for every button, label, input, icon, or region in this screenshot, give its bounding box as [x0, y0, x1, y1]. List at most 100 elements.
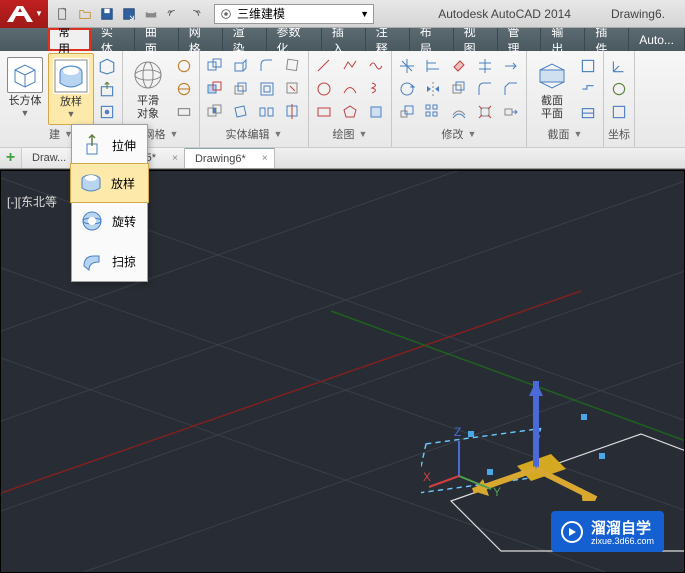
tab-home[interactable]: 常用 [48, 28, 91, 51]
rotate3d-button[interactable] [395, 78, 419, 100]
tab-parametric[interactable]: 参数化 [267, 28, 322, 51]
saveas-button[interactable] [120, 5, 138, 23]
scale3d-button[interactable] [395, 101, 419, 123]
slice-button[interactable] [281, 101, 305, 123]
viewport-label[interactable]: [-][东北等 [7, 193, 57, 210]
imprint-button[interactable] [281, 78, 305, 100]
copy-button[interactable] [447, 78, 471, 100]
app-menu-button[interactable]: ▼ [0, 0, 48, 28]
circle-button[interactable] [312, 78, 336, 100]
section-plane-button[interactable]: 截面 平面 [529, 53, 575, 125]
presspull-button[interactable] [95, 78, 119, 100]
mirror3d-button[interactable] [421, 78, 445, 100]
dropdown-revolve[interactable]: 旋转 [72, 201, 147, 241]
explode-button[interactable] [473, 101, 497, 123]
tab-insert[interactable]: 插入 [322, 28, 366, 51]
loft-icon [53, 58, 89, 94]
print-button[interactable] [142, 5, 160, 23]
open-button[interactable] [76, 5, 94, 23]
trim-button[interactable] [473, 55, 497, 77]
smooth-button[interactable]: 平滑 对象 [125, 53, 171, 125]
fillet-button[interactable] [473, 78, 497, 100]
align-icon [424, 57, 442, 75]
tab-annotate[interactable]: 注释 [366, 28, 410, 51]
rectangle-button[interactable] [312, 101, 336, 123]
tab-surface[interactable]: 曲面 [135, 28, 179, 51]
fillet-icon [476, 80, 494, 98]
chamfer-button[interactable] [499, 78, 523, 100]
live-section-icon [579, 57, 597, 75]
edit-edges-button[interactable] [281, 55, 305, 77]
union-button[interactable] [203, 55, 227, 77]
spline-icon [367, 57, 385, 75]
mesh-more-button[interactable] [172, 55, 196, 77]
region-button[interactable] [364, 101, 388, 123]
loft-button[interactable]: 放样 ▼ [48, 53, 94, 125]
line-button[interactable] [312, 55, 336, 77]
offset-face-button[interactable] [229, 78, 253, 100]
erase-button[interactable] [447, 55, 471, 77]
chamfer-icon [502, 80, 520, 98]
live-section-button[interactable] [576, 55, 600, 77]
array3d-button[interactable] [421, 101, 445, 123]
tab-solid[interactable]: 实体 [91, 28, 135, 51]
tab-view[interactable]: 视图 [454, 28, 498, 51]
box-button[interactable]: 长方体 ▼ [2, 53, 48, 125]
intersect-button[interactable] [203, 101, 227, 123]
ucs-button[interactable] [607, 55, 631, 77]
ucs-named-button[interactable] [607, 101, 631, 123]
workspace-selector[interactable]: 三维建模 ▼ [214, 4, 374, 24]
save-button[interactable] [98, 5, 116, 23]
close-icon[interactable]: × [262, 153, 268, 164]
panel-solidedit-title: 实体编辑▼ [226, 125, 283, 145]
dropdown-extrude[interactable]: 拉伸 [72, 125, 147, 165]
polyline-button[interactable] [338, 55, 362, 77]
helix-button[interactable] [364, 78, 388, 100]
polygon-button[interactable] [338, 101, 362, 123]
fillet-edge-button[interactable] [255, 55, 279, 77]
redo-button[interactable] [186, 5, 204, 23]
subtract-icon [206, 80, 224, 98]
ucs-world-button[interactable] [607, 78, 631, 100]
tab-manage[interactable]: 管理 [498, 28, 542, 51]
tab-autodesk[interactable]: Auto... [629, 28, 685, 51]
extend-button[interactable] [499, 55, 523, 77]
dropdown-sweep[interactable]: 扫掠 [72, 241, 147, 281]
stretch-button[interactable] [499, 101, 523, 123]
tab-layout[interactable]: 布局 [410, 28, 454, 51]
move-gizmo[interactable]: Z X Y [421, 301, 621, 501]
panel-modeling-title: 建▼ [49, 125, 73, 145]
new-drawing-button[interactable]: + [0, 148, 22, 168]
undo-button[interactable] [164, 5, 182, 23]
stretch-icon [502, 103, 520, 121]
shell-button[interactable] [255, 78, 279, 100]
align-button[interactable] [421, 55, 445, 77]
tab-output[interactable]: 输出 [541, 28, 585, 51]
move3d-button[interactable] [395, 55, 419, 77]
mirror3d-icon [424, 80, 442, 98]
extrude-button[interactable] [95, 101, 119, 123]
polysolid-button[interactable] [95, 55, 119, 77]
separate-button[interactable] [255, 101, 279, 123]
tab-mesh[interactable]: 网格 [179, 28, 223, 51]
close-icon[interactable]: × [172, 153, 178, 164]
tab-plugins[interactable]: 插件 [585, 28, 629, 51]
ucs-icon [610, 57, 628, 75]
doctab-2[interactable]: Drawing6*× [185, 148, 275, 168]
add-jog-button[interactable] [576, 78, 600, 100]
mesh-less-button[interactable] [172, 78, 196, 100]
mesh-refine-button[interactable] [172, 101, 196, 123]
offset-button[interactable] [447, 101, 471, 123]
subtract-button[interactable] [203, 78, 227, 100]
extrude-face-button[interactable] [229, 55, 253, 77]
tab-render[interactable]: 渲染 [223, 28, 267, 51]
spline-button[interactable] [364, 55, 388, 77]
generate-section-button[interactable] [576, 101, 600, 123]
arc-button[interactable] [338, 78, 362, 100]
new-button[interactable] [54, 5, 72, 23]
new-icon [56, 7, 70, 21]
dropdown-loft[interactable]: 放样 [70, 163, 149, 203]
watermark: 溜溜自学 zixue.3d66.com [551, 511, 664, 552]
taper-face-button[interactable] [229, 101, 253, 123]
box-label: 长方体 [9, 95, 42, 108]
